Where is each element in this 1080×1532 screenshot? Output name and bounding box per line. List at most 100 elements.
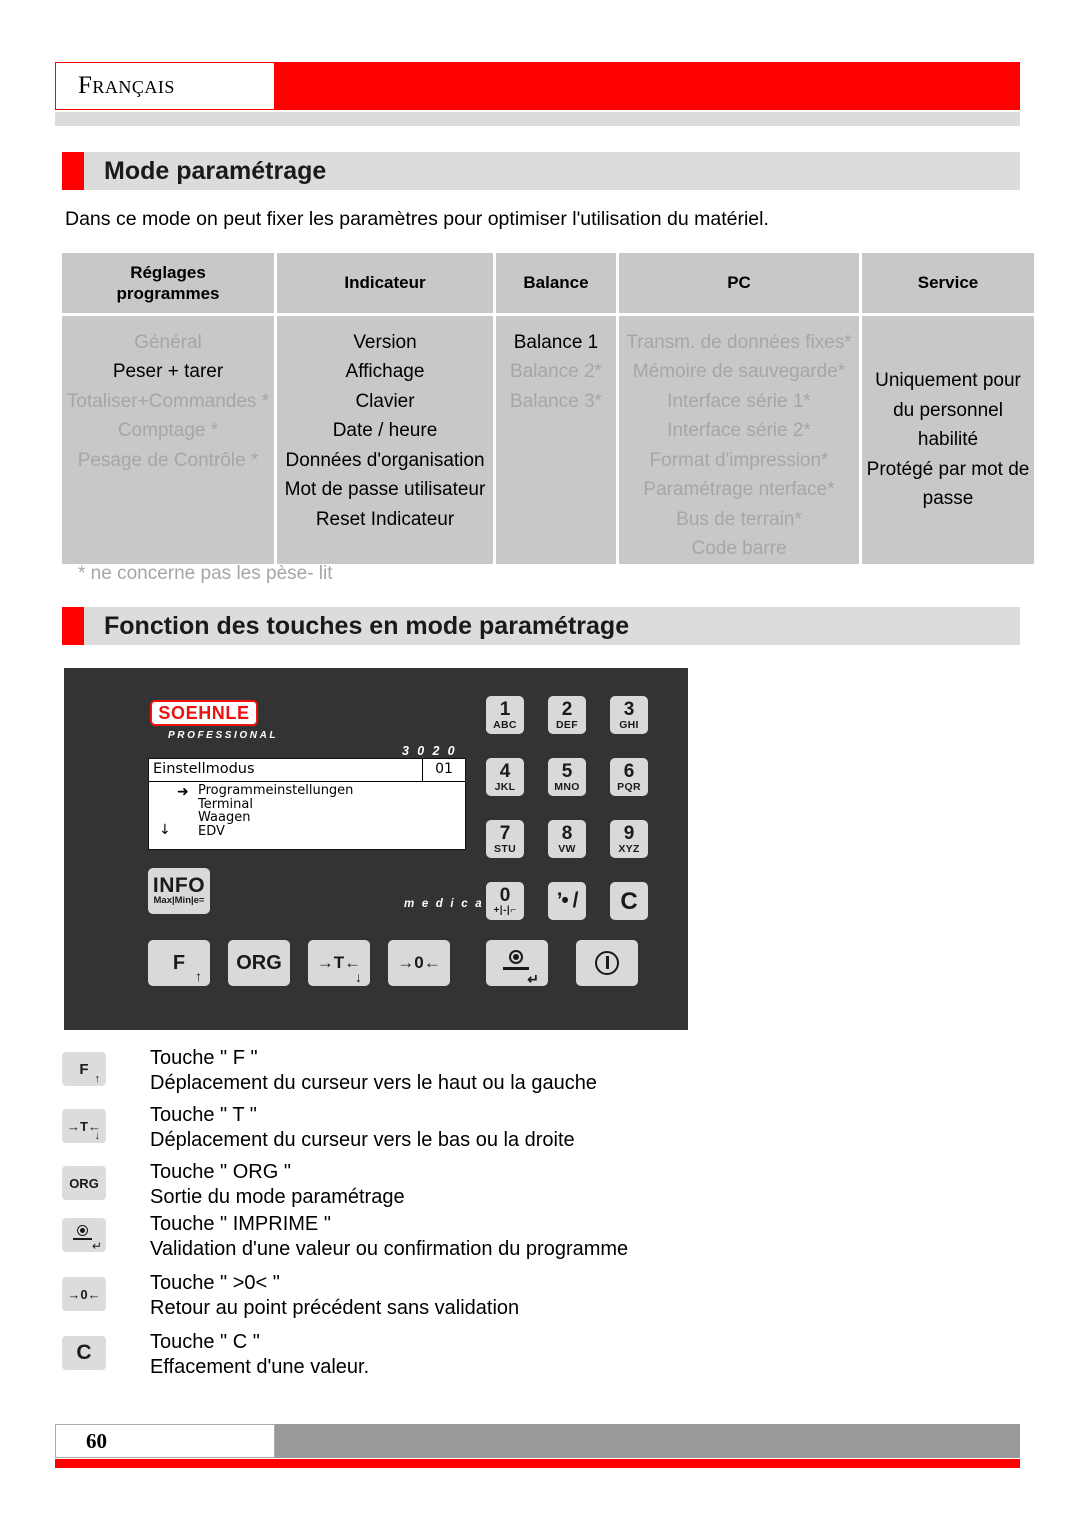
page-header: Français xyxy=(55,62,1020,110)
section-heading-fonction: Fonction des touches en mode paramétrage xyxy=(62,607,1020,645)
language-label: Français xyxy=(78,72,175,99)
header-grey-strip xyxy=(55,112,1020,126)
legend-text-imprime: Touche " IMPRIME " Validation d'une vale… xyxy=(150,1212,628,1262)
keypad-key-6[interactable]: 6 PQR xyxy=(610,758,648,796)
section-title-fonction: Fonction des touches en mode paramétrage xyxy=(104,611,630,640)
legend-key-label: C xyxy=(76,1341,92,1364)
key-letters: PQR xyxy=(617,780,641,793)
cell-reglages: Général Peser + tarer Totaliser+Commande… xyxy=(62,316,274,564)
enter-arrow-icon: ↵ xyxy=(91,1239,102,1253)
legend-entry-clear: C Touche " C " Effacement d'une valeur. xyxy=(62,1331,962,1392)
function-key-label: F xyxy=(172,951,186,974)
legend-entry-zero: →0← Touche " >0< " Retour au point précé… xyxy=(62,1272,962,1333)
keypad-key-8[interactable]: 8 VW xyxy=(548,820,586,858)
legend-text-t: Touche " T " Déplacement du curseur vers… xyxy=(150,1103,575,1153)
legend-key-clear[interactable]: C xyxy=(62,1336,106,1370)
keypad-key-1[interactable]: 1 ABC xyxy=(486,696,524,734)
list-item: Uniquement pour xyxy=(875,370,1021,392)
key-letters: GHI xyxy=(619,718,639,731)
column-header-line1: Réglages xyxy=(130,262,206,282)
print-underline-shape xyxy=(73,1238,92,1240)
cell-pc: Transm. de données fixes* Mémoire de sau… xyxy=(619,316,859,564)
print-icon: ↵ xyxy=(502,950,539,986)
legend-text-org: Touche " ORG " Sortie du mode paramétrag… xyxy=(150,1160,405,1210)
brand-subtitle: PROFESSIONAL xyxy=(168,730,279,741)
keypad-key-9[interactable]: 9 XYZ xyxy=(610,820,648,858)
legend-entry-t: →T← ↓ Touche " T " Déplacement du curseu… xyxy=(62,1104,962,1165)
legend-entry-f: F ↑ Touche " F " Déplacement du curseur … xyxy=(62,1047,962,1108)
footer-red-bar xyxy=(55,1459,1020,1468)
legend-key-print[interactable]: ↵ xyxy=(62,1218,106,1252)
function-key-tare[interactable]: →T← ↓ xyxy=(308,940,370,986)
keypad-key-comma[interactable]: ’• / xyxy=(548,882,586,920)
keypad-key-3[interactable]: 3 GHI xyxy=(610,696,648,734)
section-heading-mode: Mode paramétrage xyxy=(62,152,1020,190)
list-item: Totaliser+Commandes * xyxy=(66,390,270,412)
lcd-title-row: Einstellmodus 01 xyxy=(149,759,465,782)
legend-title: Touche " IMPRIME " xyxy=(150,1213,331,1235)
table-body-row: Général Peser + tarer Totaliser+Commande… xyxy=(62,316,1034,564)
keypad-key-5[interactable]: 5 MNO xyxy=(548,758,586,796)
cell-balance: Balance 1 Balance 2* Balance 3* xyxy=(496,316,616,564)
arrow-up-icon: ↑ xyxy=(195,968,202,984)
intro-paragraph: Dans ce mode on peut fixer les paramètre… xyxy=(65,208,769,230)
key-label: C xyxy=(620,887,638,915)
list-item: Reset Indicateur xyxy=(315,508,455,530)
keypad-key-2[interactable]: 2 DEF xyxy=(548,696,586,734)
lcd-menu-item: EDV xyxy=(198,823,225,839)
function-key-f[interactable]: F ↑ xyxy=(148,940,210,986)
table-footnote: * ne concerne pas les pèse- lit xyxy=(78,563,333,584)
legend-title: Touche " F " xyxy=(150,1047,258,1069)
list-item: du personnel xyxy=(893,399,1003,421)
legend-key-zero[interactable]: →0← xyxy=(62,1277,106,1311)
legend-description: Validation d'une valeur ou confirmation … xyxy=(150,1238,629,1260)
device-model-label: 3 0 2 0 xyxy=(402,744,458,758)
key-digit: 5 xyxy=(561,760,573,782)
legend-description: Déplacement du curseur vers le haut ou l… xyxy=(150,1072,597,1094)
key-letters: DEF xyxy=(556,718,578,731)
page-number: 60 xyxy=(86,1428,107,1453)
list-item: Mot de passe utilisateur xyxy=(284,479,486,501)
legend-description: Effacement d'une valeur. xyxy=(150,1356,370,1378)
cell-indicateur: Version Affichage Clavier Date / heure D… xyxy=(277,316,493,564)
legend-text-clear: Touche " C " Effacement d'une valeur. xyxy=(150,1330,369,1380)
legend-description: Retour au point précédent sans validatio… xyxy=(150,1297,520,1319)
key-digit: 0 xyxy=(499,885,511,906)
arrow-down-icon: ↓ xyxy=(94,1130,101,1142)
legend-key-tare[interactable]: →T← ↓ xyxy=(62,1109,106,1143)
list-item: Version xyxy=(353,332,417,353)
key-letters: JKL xyxy=(494,780,516,793)
list-item: Transm. de données fixes* xyxy=(626,332,852,353)
keypad-key-4[interactable]: 4 JKL xyxy=(486,758,524,796)
function-key-org[interactable]: ORG xyxy=(228,940,290,986)
section-title-mode: Mode paramétrage xyxy=(104,156,327,185)
list-item: Interface série 1* xyxy=(667,390,811,412)
lcd-menu-list: ➜ Programmeinstellungen Terminal Waagen … xyxy=(149,782,465,838)
list-item: Format d'impression* xyxy=(649,449,829,471)
list-item: Affichage xyxy=(345,361,425,383)
info-key-sublabel: Max|Min|e= xyxy=(153,894,205,906)
soehnle-logo: SOEHNLE xyxy=(150,700,258,726)
key-digit: 6 xyxy=(623,760,635,782)
key-letters: XYZ xyxy=(618,842,640,855)
keypad-key-7[interactable]: 7 STU xyxy=(486,820,524,858)
legend-key-f[interactable]: F ↑ xyxy=(62,1052,106,1086)
function-key-zero[interactable]: →0← xyxy=(388,940,450,986)
keypad-key-0[interactable]: 0 +|-|⌐ xyxy=(486,882,524,920)
lcd-menu-item: Programmeinstellungen xyxy=(198,783,354,798)
keypad-key-clear[interactable]: C xyxy=(610,882,648,920)
parameter-table: Réglages programmes Indicateur Balance P… xyxy=(59,250,1037,567)
key-letters: STU xyxy=(494,842,516,855)
legend-key-org[interactable]: ORG xyxy=(62,1166,106,1200)
legend-title: Touche " T " xyxy=(150,1104,257,1126)
function-key-power[interactable] xyxy=(576,940,638,986)
column-header-line2: programmes xyxy=(116,284,220,303)
list-item: passe xyxy=(922,488,974,510)
column-header-service: Service xyxy=(862,253,1034,313)
function-key-print[interactable]: ↵ xyxy=(486,940,548,986)
lcd-menu-item: Terminal xyxy=(198,796,253,812)
key-letters: MNO xyxy=(554,780,580,793)
info-key[interactable]: INFO Max|Min|e= xyxy=(148,868,210,914)
legend-title: Touche " ORG " xyxy=(150,1161,291,1183)
info-key-label: INFO xyxy=(152,873,206,897)
